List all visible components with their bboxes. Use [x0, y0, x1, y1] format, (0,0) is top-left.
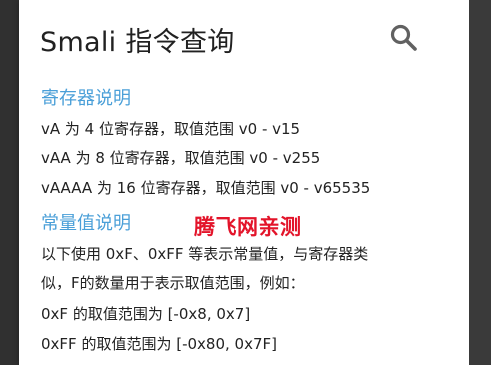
- page-title: Smali 指令查询: [40, 27, 235, 58]
- constant-line-1: 以下使用 0xF、0xFF 等表示常量值，与寄存器类: [41, 245, 369, 263]
- registers-heading: 寄存器说明: [41, 88, 131, 109]
- search-icon: [390, 24, 417, 51]
- register-line-3: vAAAA 为 16 位寄存器，取值范围 v0 - v65535: [41, 179, 371, 197]
- constants-heading: 常量值说明: [41, 213, 131, 234]
- background-scrim-left: [0, 0, 19, 365]
- constant-line-2: 似，F的数量用于表示取值范围，例如：: [41, 274, 305, 292]
- constant-line-3: 0xF 的取值范围为 [-0x8, 0x7]: [41, 305, 251, 323]
- search-button[interactable]: [388, 22, 420, 54]
- info-dialog: Smali 指令查询 寄存器说明 vA 为 4 位寄存器，取值范围 v0 - v…: [19, 0, 469, 365]
- constant-line-4: 0xFF 的取值范围为 [-0x80, 0x7F]: [41, 335, 277, 353]
- register-line-1: vA 为 4 位寄存器，取值范围 v0 - v15: [41, 120, 301, 138]
- background-scrim-right: [469, 0, 491, 365]
- watermark: 腾飞网亲测: [194, 215, 302, 239]
- register-line-2: vAA 为 8 位寄存器，取值范围 v0 - v255: [41, 149, 321, 167]
